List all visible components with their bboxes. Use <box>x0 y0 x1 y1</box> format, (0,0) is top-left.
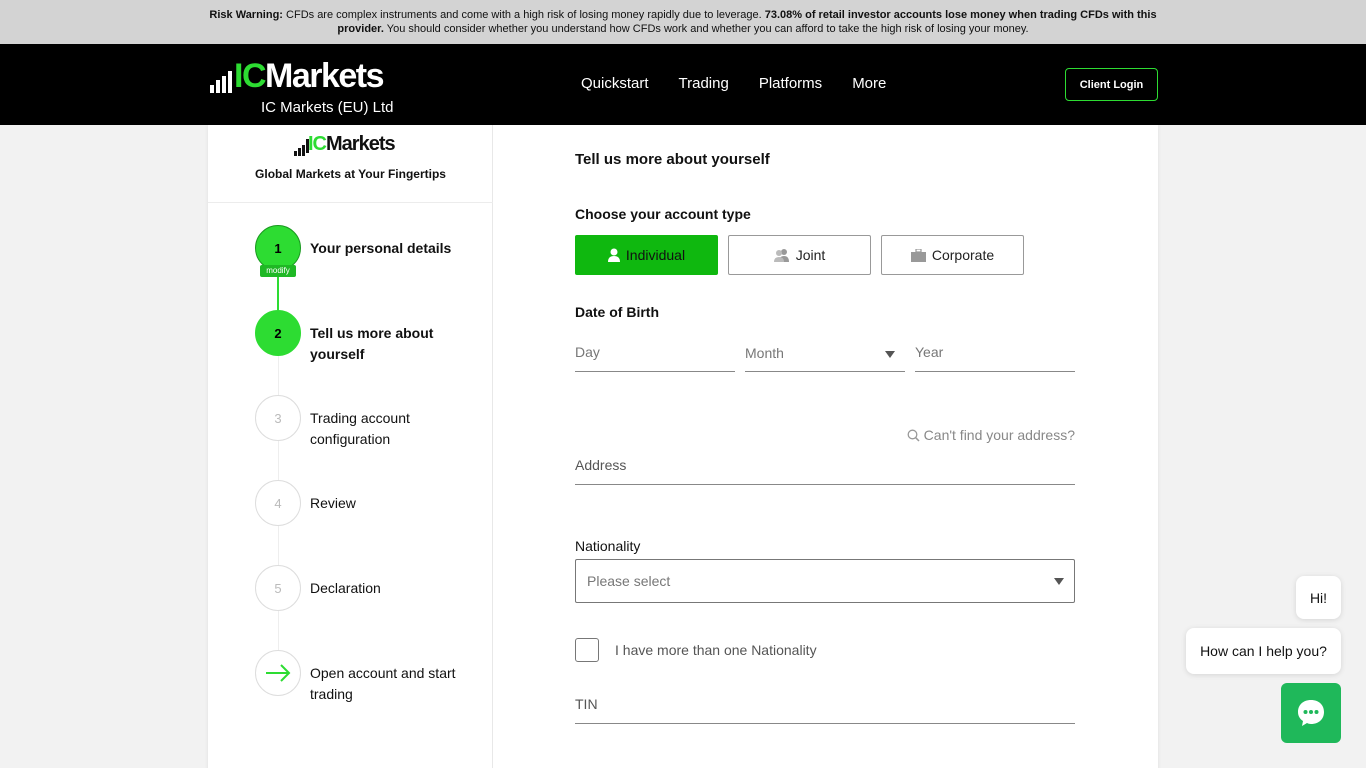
address-input[interactable]: Address <box>575 448 1075 485</box>
chat-prompt-bubble[interactable]: How can I help you? <box>1186 628 1341 674</box>
main-menu: Quickstart Trading Platforms More <box>581 75 886 92</box>
dob-day-field[interactable]: Day <box>575 335 735 372</box>
cant-find-address-text: Can't find your address? <box>923 427 1075 443</box>
client-login-button[interactable]: Client Login <box>1065 68 1158 101</box>
risk-warning-text-2: You should consider whether you understa… <box>383 23 1029 35</box>
account-type-label-corporate: Corporate <box>931 247 995 263</box>
dob-month-placeholder: Month <box>745 345 784 361</box>
risk-warning-text: CFDs are complex instruments and come wi… <box>282 9 765 21</box>
nationality-label: Nationality <box>575 538 641 554</box>
entity-name: IC Markets (EU) Ltd <box>261 99 394 116</box>
account-type-label: Choose your account type <box>575 206 751 222</box>
sidebar-header: ICMarkets Global Markets at Your Fingert… <box>208 125 493 203</box>
dob-year-placeholder: Year <box>915 344 944 360</box>
account-type-corporate[interactable]: Corporate <box>881 235 1024 275</box>
top-navigation: ICMarkets IC Markets (EU) Ltd Quickstart… <box>0 44 1366 125</box>
menu-item-quickstart[interactable]: Quickstart <box>581 75 649 92</box>
risk-warning-label: Risk Warning: <box>209 9 283 21</box>
arrow-right-icon <box>266 664 291 682</box>
menu-item-platforms[interactable]: Platforms <box>759 75 822 92</box>
step-label: Review <box>310 495 356 511</box>
chat-icon <box>1298 700 1324 726</box>
sidebar-logo-wordmark: ICMarkets <box>308 133 396 155</box>
nationality-placeholder: Please select <box>587 573 671 589</box>
step-label: Tell us more about yourself <box>310 325 434 362</box>
step-circle: 4 <box>255 480 301 526</box>
form-heading: Tell us more about yourself <box>575 151 770 168</box>
step-label: Trading account configuration <box>310 410 410 447</box>
logo-wordmark: ICMarkets <box>234 57 385 95</box>
address-placeholder: Address <box>575 457 627 473</box>
dob-year-field[interactable]: Year <box>915 335 1075 372</box>
menu-item-more[interactable]: More <box>852 75 886 92</box>
step-label: Declaration <box>310 580 381 596</box>
signup-card: ICMarkets Global Markets at Your Fingert… <box>208 125 1158 768</box>
chat-greeting-bubble[interactable]: Hi! <box>1296 576 1341 619</box>
step-circle <box>255 650 301 696</box>
multi-nationality-label: I have more than one Nationality <box>615 642 817 658</box>
chevron-down-icon <box>1054 578 1064 585</box>
sidebar-logo: ICMarkets <box>294 133 414 156</box>
step-connector-pending <box>278 611 279 651</box>
dob-month-select[interactable]: Month <box>745 335 905 372</box>
chat-open-button[interactable] <box>1281 683 1341 743</box>
multi-nationality-checkbox[interactable] <box>575 638 599 662</box>
tin-placeholder: TIN <box>575 696 598 712</box>
step-circle: 3 <box>255 395 301 441</box>
briefcase-icon <box>910 248 926 262</box>
cant-find-address-link[interactable]: Can't find your address? <box>907 427 1075 443</box>
step-label: Your personal details <box>310 240 452 256</box>
menu-item-trading[interactable]: Trading <box>679 75 729 92</box>
step-circle: 2 <box>255 310 301 356</box>
nationality-select[interactable]: Please select <box>575 559 1075 603</box>
account-type-label-individual: Individual <box>625 247 686 263</box>
person-icon <box>607 248 620 262</box>
search-icon <box>907 429 920 442</box>
account-type-joint[interactable]: Joint <box>728 235 871 275</box>
dob-day-placeholder: Day <box>575 344 600 360</box>
steps-sidebar: ICMarkets Global Markets at Your Fingert… <box>208 125 493 768</box>
account-type-label-joint: Joint <box>795 247 826 263</box>
tagline: Global Markets at Your Fingertips <box>255 167 446 181</box>
tin-input[interactable]: TIN <box>575 687 1075 724</box>
chevron-down-icon <box>885 351 895 358</box>
dob-label: Date of Birth <box>575 304 659 320</box>
step-circle: 5 <box>255 565 301 611</box>
people-icon <box>773 249 789 262</box>
risk-warning-bar: Risk Warning: CFDs are complex instrumen… <box>0 0 1366 44</box>
modify-badge[interactable]: modify <box>260 265 296 277</box>
account-type-individual[interactable]: Individual <box>575 235 718 275</box>
step-label: Open account and start trading <box>310 665 456 702</box>
ic-markets-logo[interactable]: ICMarkets IC Markets (EU) Ltd <box>210 57 410 121</box>
